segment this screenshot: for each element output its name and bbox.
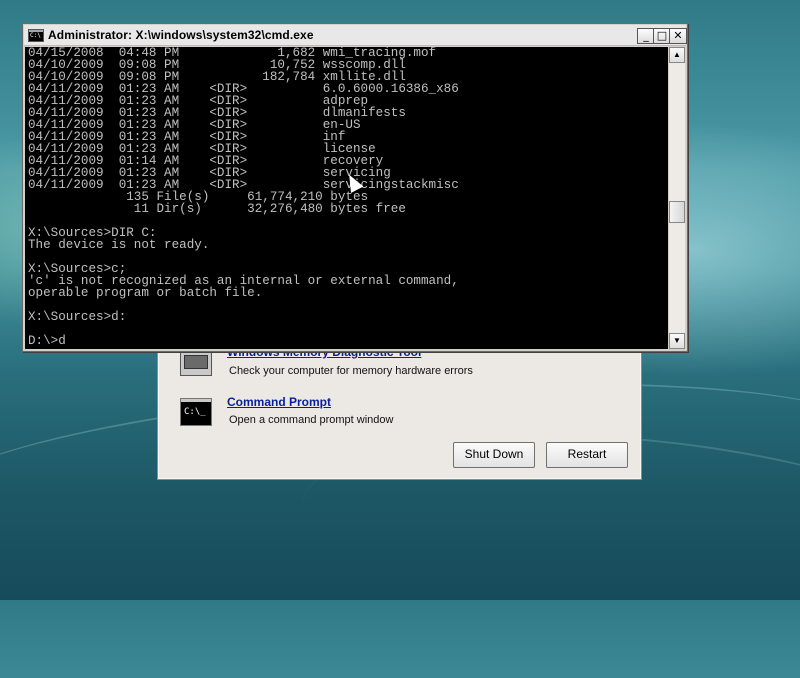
console-line: 11 Dir(s) 32,276,480 bytes free — [28, 202, 406, 216]
title-bar[interactable]: C:\ Administrator: X:\windows\system32\c… — [24, 25, 687, 46]
restart-button[interactable]: Restart — [546, 442, 628, 468]
command-prompt-description: Open a command prompt window — [229, 414, 394, 426]
console-output[interactable]: 04/15/2008 04:48 PM 1,682 wmi_tracing.mo… — [25, 47, 668, 349]
command-prompt-link[interactable]: Command Prompt — [227, 395, 331, 409]
scroll-down-button[interactable]: ▼ — [669, 333, 685, 349]
command-prompt-icon: C:\_ — [180, 398, 212, 426]
scroll-up-button[interactable]: ▲ — [669, 47, 685, 63]
console-line: The device is not ready. — [28, 238, 210, 252]
shut-down-button[interactable]: Shut Down — [453, 442, 535, 468]
vertical-scrollbar[interactable]: ▲ ▼ — [669, 47, 685, 349]
memory-diagnostic-description: Check your computer for memory hardware … — [229, 365, 473, 377]
cmd-app-icon[interactable]: C:\ — [28, 29, 44, 42]
scroll-thumb[interactable] — [669, 201, 685, 223]
console-line: D:\>d — [28, 334, 66, 348]
close-button[interactable]: ✕ — [669, 28, 687, 44]
memory-chip-icon — [180, 348, 212, 376]
console-line: X:\Sources>d: — [28, 310, 127, 324]
console-line: operable program or batch file. — [28, 286, 263, 300]
window-title: Administrator: X:\windows\system32\cmd.e… — [48, 28, 314, 42]
